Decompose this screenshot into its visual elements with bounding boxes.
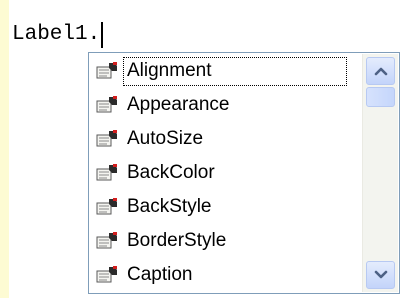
list-item[interactable]: BackStyle xyxy=(90,190,360,224)
list-item[interactable]: BackColor xyxy=(90,156,360,190)
scroll-thumb[interactable] xyxy=(366,87,395,107)
code-text: Label1. xyxy=(12,23,101,46)
property-icon xyxy=(94,59,124,83)
property-icon xyxy=(94,229,124,253)
list-item-label: BorderStyle xyxy=(127,229,227,251)
vertical-scrollbar[interactable] xyxy=(362,54,398,292)
editor-margin xyxy=(0,0,9,298)
list-item[interactable]: AutoSize xyxy=(90,122,360,156)
list-item[interactable]: BorderStyle xyxy=(90,224,360,258)
list-item-label: Alignment xyxy=(123,56,347,86)
text-caret xyxy=(101,22,104,48)
code-editor: Label1. Alignment Appearance AutoSize Ba… xyxy=(0,0,414,298)
autocomplete-popup: Alignment Appearance AutoSize BackColor … xyxy=(88,52,400,294)
member-list[interactable]: Alignment Appearance AutoSize BackColor … xyxy=(90,54,360,292)
scroll-down-button[interactable] xyxy=(366,261,395,289)
scroll-up-button[interactable] xyxy=(366,57,395,85)
list-item-label: Caption xyxy=(127,263,193,285)
chevron-down-icon xyxy=(374,270,387,279)
list-item-label: BackStyle xyxy=(127,195,212,217)
list-item-label: Appearance xyxy=(127,93,230,115)
list-item-label: BackColor xyxy=(127,161,215,183)
list-item[interactable]: Caption xyxy=(90,258,360,292)
chevron-up-icon xyxy=(374,67,387,76)
code-line[interactable]: Label1. xyxy=(12,22,104,48)
property-icon xyxy=(94,161,124,185)
list-item[interactable]: Appearance xyxy=(90,88,360,122)
list-item-label: AutoSize xyxy=(127,127,204,149)
property-icon xyxy=(94,195,124,219)
property-icon xyxy=(94,263,124,287)
property-icon xyxy=(94,93,124,117)
property-icon xyxy=(94,127,124,151)
list-item[interactable]: Alignment xyxy=(90,54,360,88)
